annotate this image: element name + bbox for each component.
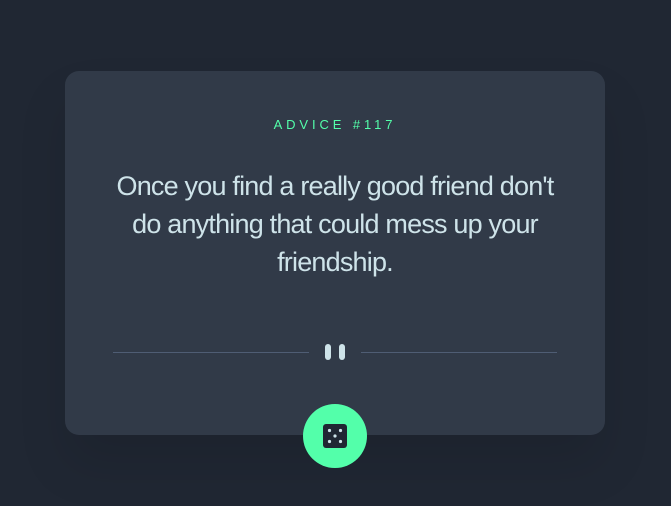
pause-divider-icon (325, 344, 345, 360)
advice-quote: Once you find a really good friend don't… (116, 171, 555, 277)
advice-id-label: ADVICE #117 (273, 117, 397, 132)
advice-card: ADVICE #117 Once you find a really good … (65, 71, 605, 435)
generate-advice-button[interactable] (303, 404, 367, 468)
divider-line-right (361, 352, 557, 353)
pattern-divider (113, 343, 557, 361)
dice-icon (323, 424, 347, 448)
divider-line-left (113, 352, 309, 353)
